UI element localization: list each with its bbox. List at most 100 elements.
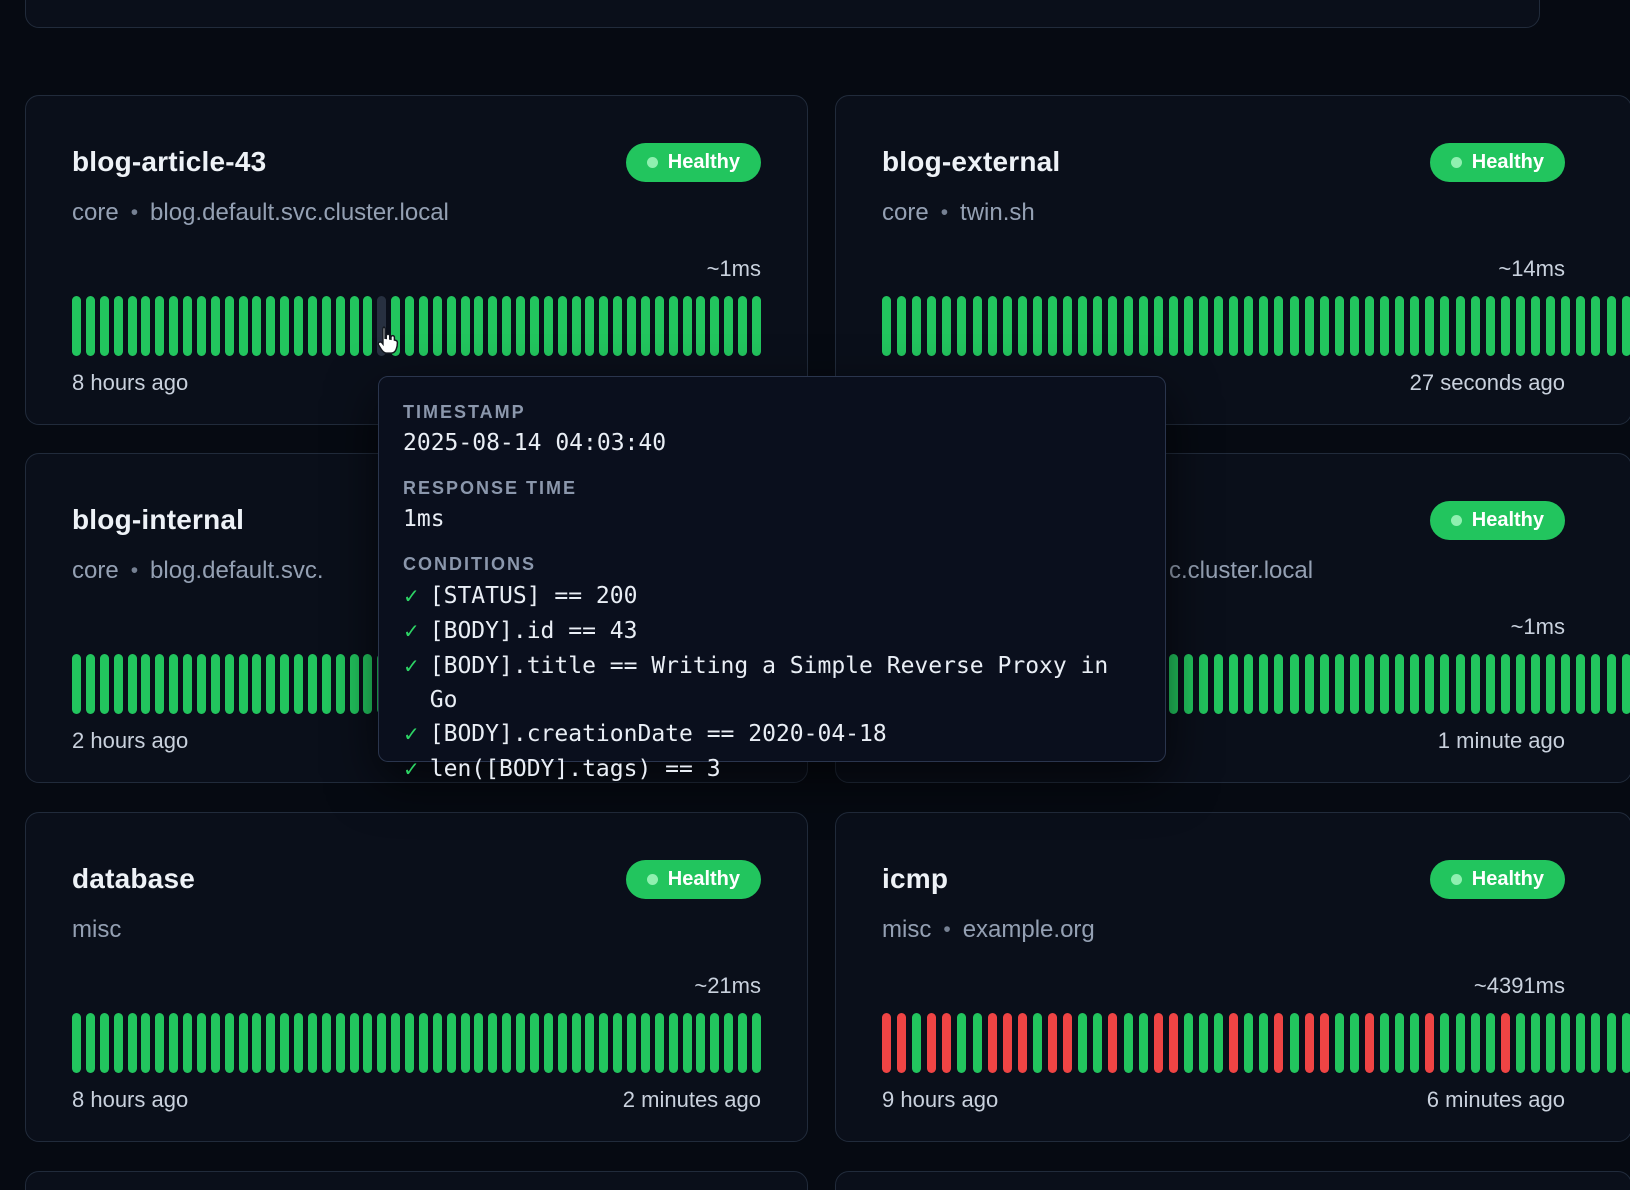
uptime-bar-up[interactable]: [197, 654, 206, 714]
uptime-bar-up[interactable]: [100, 296, 109, 356]
uptime-bar-up[interactable]: [1214, 1013, 1223, 1073]
uptime-bar-up[interactable]: [572, 1013, 581, 1073]
uptime-bar-up[interactable]: [882, 296, 891, 356]
uptime-bar-down[interactable]: [927, 1013, 936, 1073]
uptime-bar-up[interactable]: [1607, 1013, 1616, 1073]
uptime-bar-up[interactable]: [1184, 654, 1193, 714]
uptime-bar-up[interactable]: [1531, 296, 1540, 356]
uptime-bar-up[interactable]: [1335, 654, 1344, 714]
uptime-bar-up[interactable]: [927, 296, 936, 356]
uptime-bar-up[interactable]: [544, 296, 553, 356]
uptime-bar-up[interactable]: [1139, 296, 1148, 356]
uptime-bar-up[interactable]: [72, 654, 81, 714]
uptime-bar-up[interactable]: [655, 296, 664, 356]
uptime-bar-up[interactable]: [419, 296, 428, 356]
uptime-bar-up[interactable]: [752, 1013, 761, 1073]
uptime-bar-down[interactable]: [1320, 1013, 1329, 1073]
uptime-bar-up[interactable]: [1576, 296, 1585, 356]
uptime-bar-up[interactable]: [183, 654, 192, 714]
uptime-bar-up[interactable]: [1108, 296, 1117, 356]
uptime-bar-up[interactable]: [1003, 296, 1012, 356]
endpoint-card[interactable]: icmp Healthy misc • example.org ~4391ms …: [835, 812, 1630, 1142]
uptime-bar-up[interactable]: [211, 296, 220, 356]
uptime-bar-up[interactable]: [474, 296, 483, 356]
uptime-bar-up[interactable]: [912, 296, 921, 356]
uptime-bar-up[interactable]: [461, 296, 470, 356]
uptime-bar-up[interactable]: [266, 1013, 275, 1073]
uptime-bar-up[interactable]: [1093, 296, 1102, 356]
uptime-bar-up[interactable]: [1591, 654, 1600, 714]
uptime-bar-up[interactable]: [72, 296, 81, 356]
uptime-bar-up[interactable]: [1259, 654, 1268, 714]
uptime-bar-up[interactable]: [128, 654, 137, 714]
uptime-bar-up[interactable]: [710, 296, 719, 356]
uptime-bar-down[interactable]: [1501, 1013, 1510, 1073]
uptime-bar-up[interactable]: [1184, 1013, 1193, 1073]
uptime-bar-up[interactable]: [322, 296, 331, 356]
uptime-bar-up[interactable]: [502, 296, 511, 356]
uptime-bar-up[interactable]: [1561, 296, 1570, 356]
uptime-bar-up[interactable]: [336, 654, 345, 714]
uptime-bar-up[interactable]: [558, 1013, 567, 1073]
uptime-bar-down[interactable]: [1018, 1013, 1027, 1073]
endpoint-card[interactable]: database Healthy misc ~21ms 8 hours ago …: [25, 812, 808, 1142]
uptime-bar-up[interactable]: [280, 654, 289, 714]
uptime-bar-up[interactable]: [1486, 654, 1495, 714]
uptime-bar-up[interactable]: [294, 1013, 303, 1073]
uptime-bar-up[interactable]: [1440, 1013, 1449, 1073]
uptime-bar-up[interactable]: [585, 296, 594, 356]
uptime-bar-up[interactable]: [1440, 654, 1449, 714]
uptime-bar-up[interactable]: [1063, 296, 1072, 356]
uptime-bar-up[interactable]: [1048, 296, 1057, 356]
partial-card-below-left[interactable]: [25, 1171, 808, 1190]
uptime-bar-up[interactable]: [1486, 1013, 1495, 1073]
uptime-bar-up[interactable]: [973, 1013, 982, 1073]
uptime-bar-up[interactable]: [141, 296, 150, 356]
uptime-bar-up[interactable]: [1320, 654, 1329, 714]
uptime-bar-up[interactable]: [1350, 296, 1359, 356]
uptime-bar-up[interactable]: [1259, 296, 1268, 356]
uptime-bar-up[interactable]: [405, 1013, 414, 1073]
uptime-bar-up[interactable]: [1380, 1013, 1389, 1073]
uptime-bar-up[interactable]: [1335, 1013, 1344, 1073]
uptime-bar-up[interactable]: [1274, 296, 1283, 356]
uptime-bar-up[interactable]: [1274, 654, 1283, 714]
uptime-bar-up[interactable]: [350, 296, 359, 356]
uptime-bar-up[interactable]: [1154, 296, 1163, 356]
uptime-bar-up[interactable]: [433, 296, 442, 356]
uptime-bar-up[interactable]: [294, 296, 303, 356]
uptime-bar-up[interactable]: [266, 296, 275, 356]
uptime-bar-up[interactable]: [988, 296, 997, 356]
uptime-bar-up[interactable]: [1456, 654, 1465, 714]
uptime-bar-up[interactable]: [1410, 1013, 1419, 1073]
uptime-bar-up[interactable]: [1335, 296, 1344, 356]
uptime-bar-up[interactable]: [683, 1013, 692, 1073]
uptime-bar-up[interactable]: [502, 1013, 511, 1073]
uptime-bar-up[interactable]: [1305, 296, 1314, 356]
uptime-bar-up[interactable]: [1591, 1013, 1600, 1073]
uptime-bar-up[interactable]: [1244, 296, 1253, 356]
uptime-bar-up[interactable]: [627, 296, 636, 356]
uptime-bar-up[interactable]: [308, 296, 317, 356]
uptime-bar-down[interactable]: [1154, 1013, 1163, 1073]
uptime-bar-up[interactable]: [1124, 296, 1133, 356]
uptime-bar-up[interactable]: [86, 1013, 95, 1073]
uptime-bar-up[interactable]: [1456, 296, 1465, 356]
uptime-bar-up[interactable]: [1259, 1013, 1268, 1073]
uptime-bar-up[interactable]: [1199, 296, 1208, 356]
uptime-bar-up[interactable]: [1516, 1013, 1525, 1073]
uptime-bar-up[interactable]: [1380, 654, 1389, 714]
uptime-bar-up[interactable]: [669, 296, 678, 356]
uptime-bar-up[interactable]: [627, 1013, 636, 1073]
uptime-bar-up[interactable]: [1486, 296, 1495, 356]
uptime-bar-up[interactable]: [669, 1013, 678, 1073]
uptime-bar-up[interactable]: [225, 654, 234, 714]
uptime-bar-up[interactable]: [897, 296, 906, 356]
uptime-bar-up[interactable]: [1320, 296, 1329, 356]
uptime-bar-up[interactable]: [1622, 296, 1630, 356]
uptime-bar-up[interactable]: [114, 1013, 123, 1073]
uptime-bar-up[interactable]: [308, 654, 317, 714]
uptime-bar-up[interactable]: [155, 1013, 164, 1073]
uptime-bar-up[interactable]: [1365, 654, 1374, 714]
uptime-bar-up[interactable]: [1018, 296, 1027, 356]
